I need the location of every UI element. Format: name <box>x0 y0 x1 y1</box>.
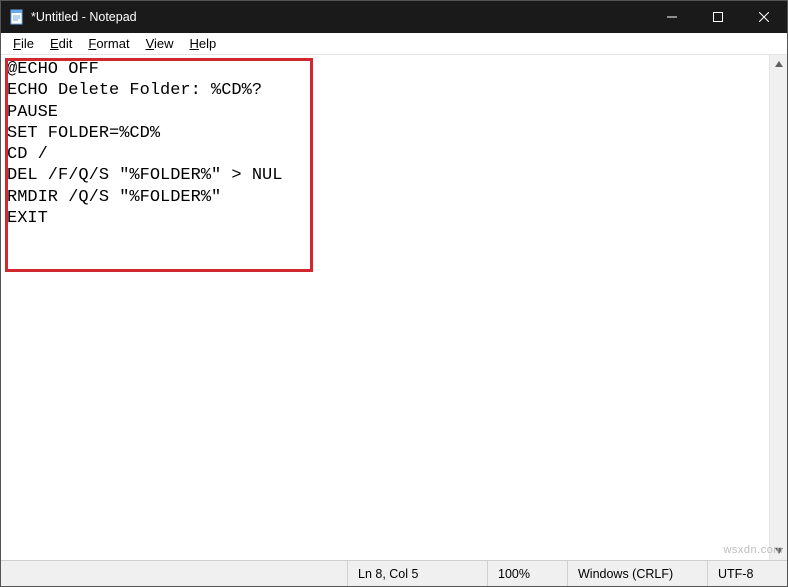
close-button[interactable] <box>741 1 787 33</box>
watermark-text: wsxdn.com <box>723 544 783 556</box>
menu-edit[interactable]: Edit <box>42 34 80 53</box>
titlebar: *Untitled - Notepad <box>1 1 787 33</box>
menu-file[interactable]: File <box>5 34 42 53</box>
status-encoding: UTF-8 <box>707 561 787 586</box>
statusbar: Ln 8, Col 5 100% Windows (CRLF) UTF-8 <box>1 560 787 586</box>
minimize-button[interactable] <box>649 1 695 33</box>
scroll-up-icon[interactable] <box>770 55 787 73</box>
menu-view[interactable]: View <box>138 34 182 53</box>
maximize-button[interactable] <box>695 1 741 33</box>
editor-area: @ECHO OFF ECHO Delete Folder: %CD%? PAUS… <box>1 55 787 560</box>
window-controls <box>649 1 787 33</box>
menubar: File Edit Format View Help <box>1 33 787 55</box>
status-spacer <box>1 561 347 586</box>
status-line-ending: Windows (CRLF) <box>567 561 707 586</box>
window-title: *Untitled - Notepad <box>31 10 649 24</box>
notepad-icon <box>9 9 25 25</box>
status-cursor-position: Ln 8, Col 5 <box>347 561 487 586</box>
menu-help[interactable]: Help <box>182 34 225 53</box>
status-zoom: 100% <box>487 561 567 586</box>
vertical-scrollbar[interactable] <box>769 55 787 560</box>
menu-format[interactable]: Format <box>80 34 137 53</box>
text-editor[interactable]: @ECHO OFF ECHO Delete Folder: %CD%? PAUS… <box>1 55 769 560</box>
